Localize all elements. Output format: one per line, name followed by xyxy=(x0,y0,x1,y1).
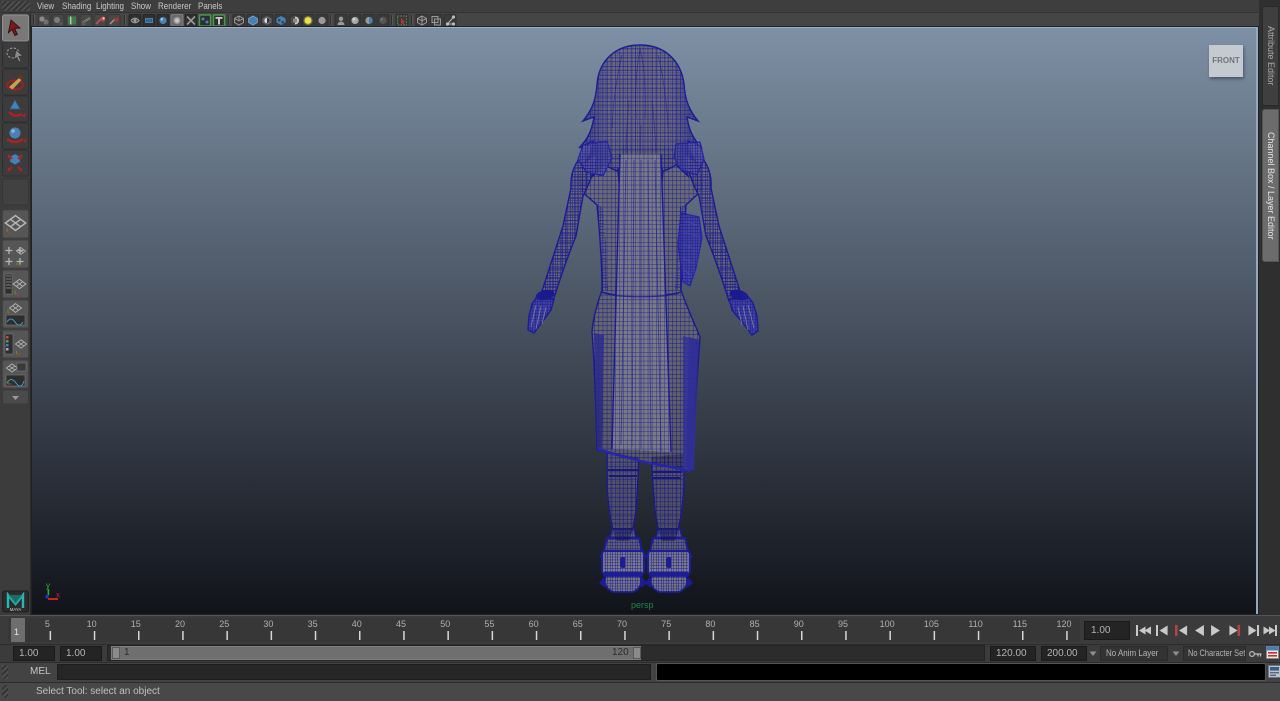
svg-text:x: x xyxy=(56,591,60,600)
svg-text:35: 35 xyxy=(308,619,318,629)
svg-text:80: 80 xyxy=(705,619,715,629)
svg-text:100: 100 xyxy=(880,619,895,629)
svg-text:65: 65 xyxy=(573,619,583,629)
svg-text:105: 105 xyxy=(924,619,939,629)
svg-text:110: 110 xyxy=(968,619,982,629)
svg-text:95: 95 xyxy=(838,619,848,629)
svg-text:85: 85 xyxy=(750,619,760,629)
svg-text:5: 5 xyxy=(45,619,50,629)
svg-text:90: 90 xyxy=(794,619,804,629)
svg-text:75: 75 xyxy=(661,619,671,629)
svg-text:y: y xyxy=(46,581,50,590)
svg-text:55: 55 xyxy=(484,619,494,629)
svg-text:15: 15 xyxy=(131,619,141,629)
svg-text:60: 60 xyxy=(529,619,539,629)
svg-text:40: 40 xyxy=(352,619,362,629)
svg-text:115: 115 xyxy=(1013,619,1027,629)
svg-text:20: 20 xyxy=(175,619,185,629)
svg-text:70: 70 xyxy=(617,619,627,629)
svg-text:MAYA: MAYA xyxy=(10,607,21,612)
svg-text:120: 120 xyxy=(1056,619,1071,629)
svg-text:25: 25 xyxy=(219,619,229,629)
svg-text:10: 10 xyxy=(87,619,97,629)
svg-text:30: 30 xyxy=(263,619,273,629)
svg-text:50: 50 xyxy=(440,619,450,629)
svg-text:45: 45 xyxy=(396,619,406,629)
